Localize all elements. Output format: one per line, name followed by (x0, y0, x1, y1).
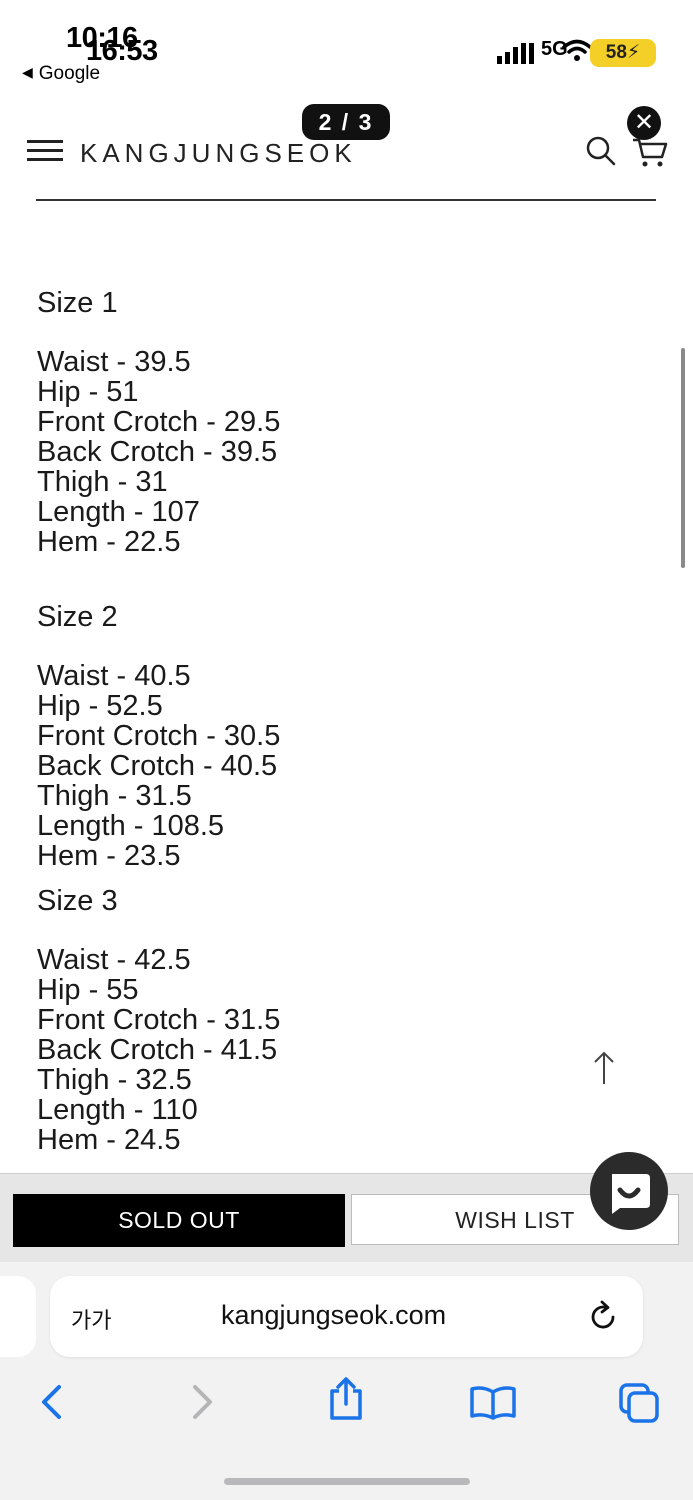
tabs-icon[interactable] (618, 1382, 660, 1424)
battery-indicator: 58⚡ (590, 39, 656, 67)
menu-icon[interactable] (27, 140, 63, 162)
measurement-length: Length - 110 (37, 1094, 198, 1126)
back-to-app-link[interactable]: ◀ Google (22, 63, 100, 85)
signal-icon (497, 43, 534, 64)
site-logo[interactable]: KANGJUNGSEOK (80, 138, 357, 169)
image-page-indicator: 2 / 3 (302, 104, 390, 140)
text-size-button[interactable]: 가가 (71, 1303, 111, 1335)
measurement-length: Length - 108.5 (37, 810, 225, 842)
size-block-2: Size 2 Waist - 40.5 Hip - 52.5 Front Cro… (37, 602, 637, 871)
measurement-back-crotch: Back Crotch - 39.5 (37, 436, 278, 468)
measurement-thigh: Thigh - 32.5 (37, 1064, 192, 1096)
forward-icon[interactable] (188, 1384, 216, 1420)
measurement-hip: Hip - 52.5 (37, 690, 163, 722)
back-icon[interactable] (38, 1384, 66, 1420)
measurement-hem: Hem - 23.5 (37, 840, 181, 872)
measurement-waist: Waist - 40.5 (37, 660, 191, 692)
reload-icon[interactable] (588, 1300, 620, 1334)
size-guide: Size 1 Waist - 39.5 Hip - 51 Front Crotc… (37, 288, 637, 1155)
sold-out-button[interactable]: SOLD OUT (13, 1194, 345, 1247)
chat-icon (612, 1174, 650, 1214)
measurement-thigh: Thigh - 31.5 (37, 780, 192, 812)
measurement-waist: Waist - 39.5 (37, 346, 191, 378)
share-icon[interactable] (326, 1376, 366, 1422)
previous-tab-stub[interactable] (0, 1276, 36, 1357)
size-title: Size 2 (37, 601, 118, 633)
measurement-waist: Waist - 42.5 (37, 944, 191, 976)
measurement-back-crotch: Back Crotch - 41.5 (37, 1034, 278, 1066)
measurement-hip: Hip - 55 (37, 974, 139, 1006)
measurement-length: Length - 107 (37, 496, 200, 528)
measurement-front-crotch: Front Crotch - 31.5 (37, 1004, 281, 1036)
size-block-3: Size 3 Waist - 42.5 Hip - 55 Front Crotc… (37, 886, 637, 1155)
measurement-thigh: Thigh - 31 (37, 466, 168, 498)
url-text[interactable]: kangjungseok.com (221, 1300, 446, 1331)
bookmarks-icon[interactable] (469, 1384, 517, 1420)
measurement-front-crotch: Front Crotch - 29.5 (37, 406, 281, 438)
size-block-1: Size 1 Waist - 39.5 Hip - 51 Front Crotc… (37, 288, 637, 557)
header-divider (36, 199, 656, 201)
size-title: Size 1 (37, 287, 118, 319)
size-title: Size 3 (37, 885, 118, 917)
measurement-hem: Hem - 24.5 (37, 1124, 181, 1156)
back-triangle-icon: ◀ (22, 64, 33, 80)
battery-level: 58 (605, 42, 627, 63)
measurement-hem: Hem - 22.5 (37, 526, 181, 558)
scroll-to-top-icon[interactable] (592, 1050, 616, 1086)
measurement-hip: Hip - 51 (37, 376, 139, 408)
charging-icon: ⚡ (626, 42, 641, 63)
chat-button[interactable] (590, 1152, 668, 1230)
cart-icon[interactable] (631, 135, 669, 169)
wifi-icon (562, 39, 592, 61)
measurement-back-crotch: Back Crotch - 40.5 (37, 750, 278, 782)
back-app-label: Google (38, 63, 101, 84)
home-indicator (224, 1478, 470, 1485)
measurement-front-crotch: Front Crotch - 30.5 (37, 720, 281, 752)
search-icon[interactable] (585, 135, 617, 167)
scrollbar[interactable] (681, 348, 685, 568)
